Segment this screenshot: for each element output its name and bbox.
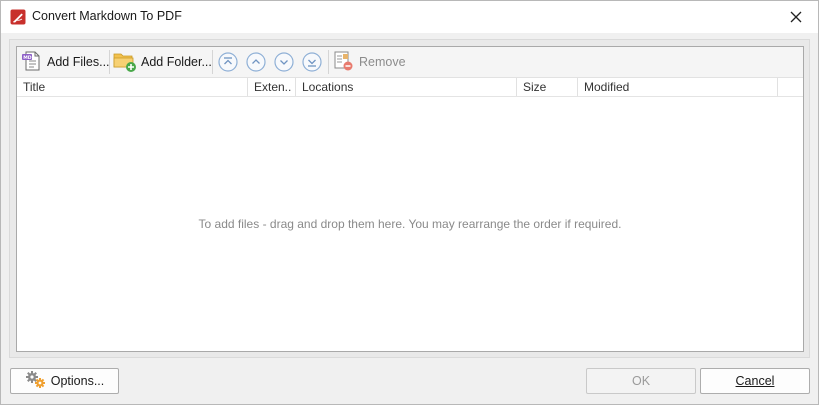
add-files-button[interactable]: MD Add Files... — [21, 49, 110, 75]
window-title: Convert Markdown To PDF — [32, 9, 182, 23]
remove-button[interactable]: Remove — [333, 49, 406, 75]
svg-text:MD: MD — [23, 55, 32, 61]
remove-document-icon — [333, 50, 355, 75]
column-header-size[interactable]: Size — [517, 78, 578, 96]
title-bar: Convert Markdown To PDF — [1, 1, 818, 33]
remove-label: Remove — [359, 55, 406, 69]
options-label: Options... — [50, 374, 105, 388]
gears-icon — [25, 370, 47, 393]
toolbar: MD Add Files... Add Folder... Remove — [17, 47, 803, 78]
chevron-up-icon — [246, 52, 266, 72]
move-to-top-button[interactable] — [218, 52, 238, 72]
move-down-button[interactable] — [274, 52, 294, 72]
add-folder-icon — [113, 49, 137, 76]
column-header-locations[interactable]: Locations — [296, 78, 517, 96]
add-files-label: Add Files... — [47, 55, 110, 69]
cancel-button[interactable]: Cancel — [700, 368, 810, 394]
column-header-title[interactable]: Title — [17, 78, 248, 96]
move-up-button[interactable] — [246, 52, 266, 72]
chevron-down-icon — [274, 52, 294, 72]
close-icon — [790, 11, 802, 23]
add-folder-button[interactable]: Add Folder... — [113, 49, 212, 75]
double-chevron-down-icon — [302, 52, 322, 72]
toolbar-divider — [328, 50, 329, 74]
file-list-panel: MD Add Files... Add Folder... Remove Tit… — [16, 46, 804, 352]
options-button[interactable]: Options... — [10, 368, 119, 394]
move-to-bottom-button[interactable] — [302, 52, 322, 72]
column-header-modified[interactable]: Modified — [578, 78, 778, 96]
column-header-extension[interactable]: Exten.. — [248, 78, 296, 96]
empty-list-message: To add files - drag and drop them here. … — [198, 217, 622, 231]
markdown-file-icon: MD — [21, 50, 43, 75]
dialog-window: Convert Markdown To PDF MD Add Files... … — [0, 0, 819, 405]
column-header-row: Title Exten.. Locations Size Modified — [17, 78, 803, 97]
ok-button[interactable]: OK — [586, 368, 696, 394]
content-area: MD Add Files... Add Folder... Remove Tit… — [9, 39, 810, 358]
pdf-app-icon — [10, 9, 26, 25]
add-folder-label: Add Folder... — [141, 55, 212, 69]
close-button[interactable] — [774, 1, 818, 33]
ok-label: OK — [631, 374, 651, 388]
toolbar-divider — [212, 50, 213, 74]
double-chevron-up-icon — [218, 52, 238, 72]
toolbar-divider — [109, 50, 110, 74]
cancel-label: Cancel — [735, 374, 775, 388]
